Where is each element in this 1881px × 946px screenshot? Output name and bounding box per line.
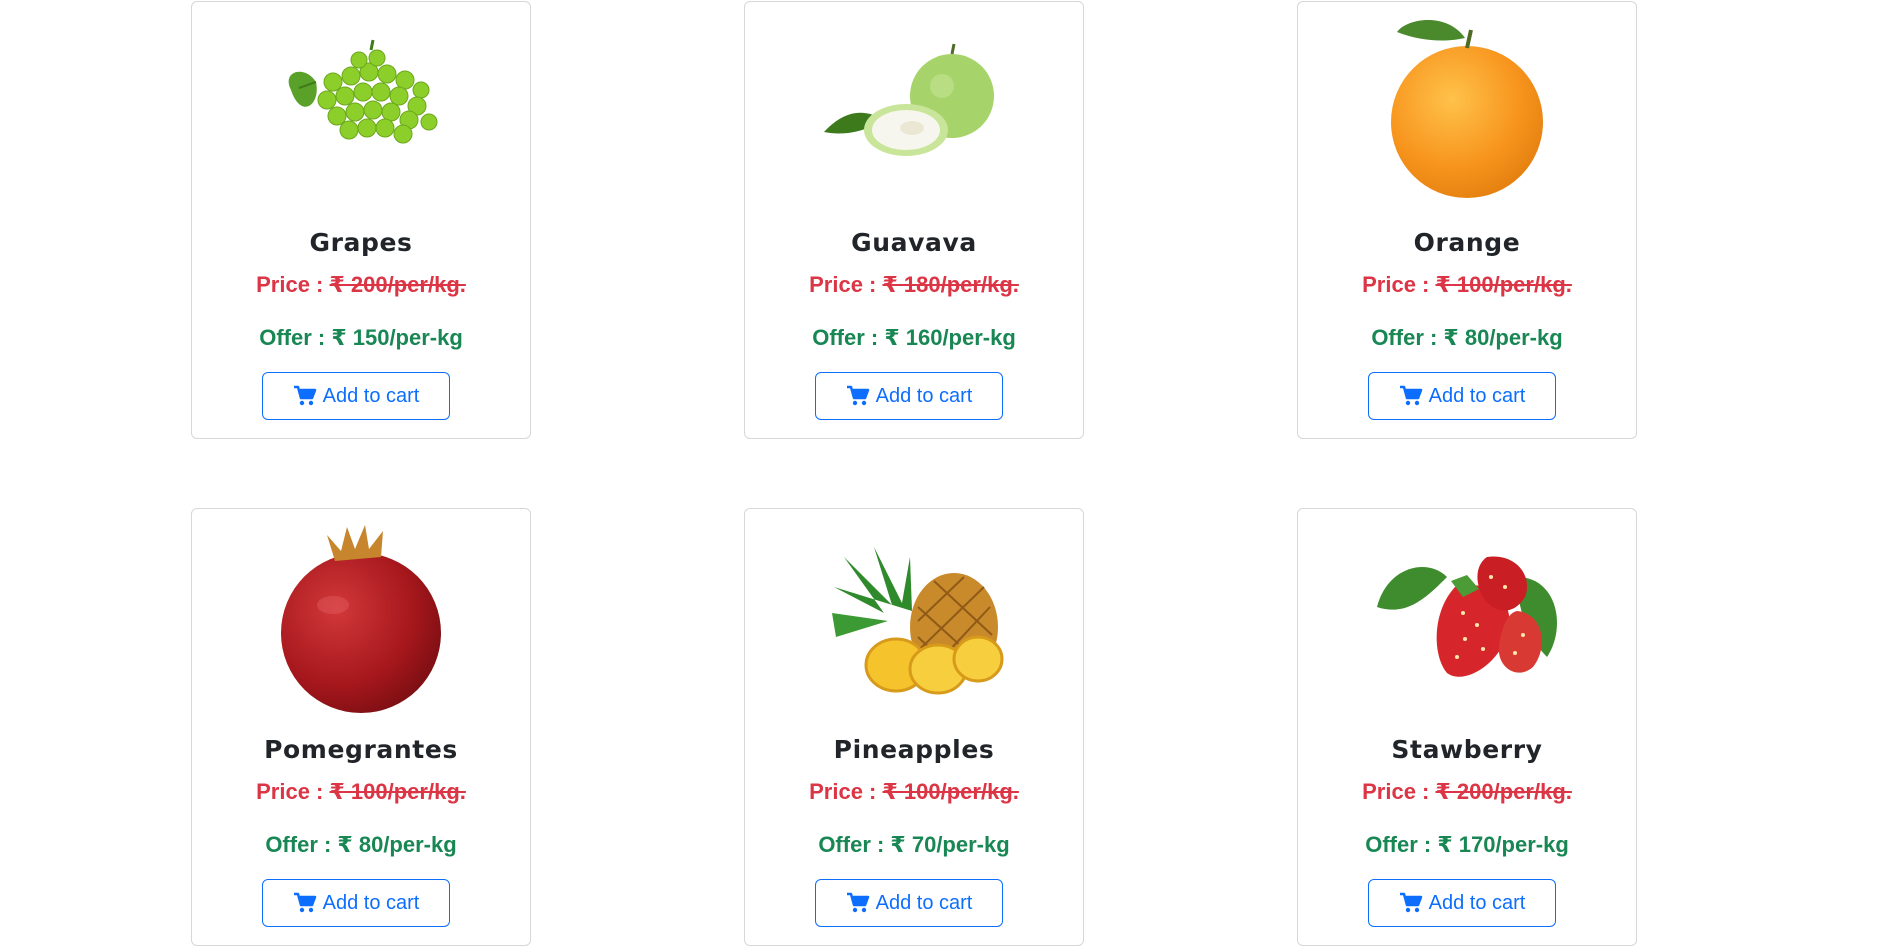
strawberry-image <box>1298 517 1636 717</box>
pomegranate-image <box>192 517 530 717</box>
product-price: Price : ₹ 100/per/kg. <box>192 779 530 805</box>
strawberry-image-art <box>1377 556 1557 677</box>
cart-icon <box>293 385 316 406</box>
product-price: Price : ₹ 100/per/kg. <box>745 779 1083 805</box>
old-price: ₹ 100/per/kg. <box>329 779 466 804</box>
price-label: Price : <box>1362 272 1436 297</box>
cart-icon <box>846 892 869 913</box>
cart-icon <box>1399 892 1422 913</box>
old-price: ₹ 200/per/kg. <box>329 272 466 297</box>
product-card-guava: Guavava Price : ₹ 180/per/kg. Offer : ₹ … <box>744 1 1084 439</box>
orange-image <box>1298 10 1636 210</box>
product-grid: Grapes Price : ₹ 200/per/kg. Offer : ₹ 1… <box>0 0 1881 946</box>
add-to-cart-button[interactable]: Add to cart <box>262 879 450 927</box>
product-card-strawberry: Stawberry Price : ₹ 200/per/kg. Offer : … <box>1297 508 1637 946</box>
add-to-cart-button[interactable]: Add to cart <box>262 372 450 420</box>
product-card-orange: Orange Price : ₹ 100/per/kg. Offer : ₹ 8… <box>1297 1 1637 439</box>
product-name: Pineapples <box>833 735 995 764</box>
product-offer: Offer : ₹ 80/per-kg <box>265 832 457 857</box>
price-label: Price : <box>1362 779 1436 804</box>
product-offer: Offer : ₹ 160/per-kg <box>812 325 1016 350</box>
price-label: Price : <box>256 272 330 297</box>
old-price: ₹ 180/per/kg. <box>882 272 1019 297</box>
grapes-image-art <box>288 39 438 144</box>
product-price: Price : ₹ 100/per/kg. <box>1298 272 1636 298</box>
price-label: Price : <box>809 272 883 297</box>
price-label: Price : <box>809 779 883 804</box>
price-label: Price : <box>256 779 330 804</box>
add-to-cart-button[interactable]: Add to cart <box>815 879 1003 927</box>
product-price: Price : ₹ 200/per/kg. <box>1298 779 1636 805</box>
cart-icon <box>846 385 869 406</box>
add-to-cart-label: Add to cart <box>322 384 420 407</box>
product-name: Grapes <box>309 228 413 257</box>
product-offer: Offer : ₹ 170/per-kg <box>1365 832 1569 857</box>
product-name: Guavava <box>851 228 977 257</box>
product-price: Price : ₹ 200/per/kg. <box>192 272 530 298</box>
cart-icon <box>1399 385 1422 406</box>
product-card-pomegranate: Pomegrantes Price : ₹ 100/per/kg. Offer … <box>191 508 531 946</box>
grapes-image <box>192 10 530 210</box>
add-to-cart-label: Add to cart <box>875 891 973 914</box>
product-price: Price : ₹ 180/per/kg. <box>745 272 1083 298</box>
add-to-cart-label: Add to cart <box>1428 384 1526 407</box>
add-to-cart-button[interactable]: Add to cart <box>1368 372 1556 420</box>
product-name: Orange <box>1413 228 1521 257</box>
add-to-cart-label: Add to cart <box>1428 891 1526 914</box>
product-card-pineapple: Pineapples Price : ₹ 100/per/kg. Offer :… <box>744 508 1084 946</box>
product-offer: Offer : ₹ 70/per-kg <box>818 832 1010 857</box>
old-price: ₹ 200/per/kg. <box>1435 779 1572 804</box>
add-to-cart-button[interactable]: Add to cart <box>1368 879 1556 927</box>
product-card-grapes: Grapes Price : ₹ 200/per/kg. Offer : ₹ 1… <box>191 1 531 439</box>
guava-image-art <box>824 43 994 156</box>
cart-icon <box>293 892 316 913</box>
product-name: Stawberry <box>1391 735 1543 764</box>
add-to-cart-label: Add to cart <box>875 384 973 407</box>
old-price: ₹ 100/per/kg. <box>1435 272 1572 297</box>
old-price: ₹ 100/per/kg. <box>882 779 1019 804</box>
product-offer: Offer : ₹ 150/per-kg <box>259 325 463 350</box>
pomegranate-image-art <box>281 525 441 713</box>
guava-image <box>745 10 1083 210</box>
orange-image-art <box>1391 20 1543 198</box>
pineapple-image-art <box>832 547 1004 695</box>
product-name: Pomegrantes <box>264 735 458 764</box>
add-to-cart-label: Add to cart <box>322 891 420 914</box>
add-to-cart-button[interactable]: Add to cart <box>815 372 1003 420</box>
product-offer: Offer : ₹ 80/per-kg <box>1371 325 1563 350</box>
pineapple-image <box>745 517 1083 717</box>
